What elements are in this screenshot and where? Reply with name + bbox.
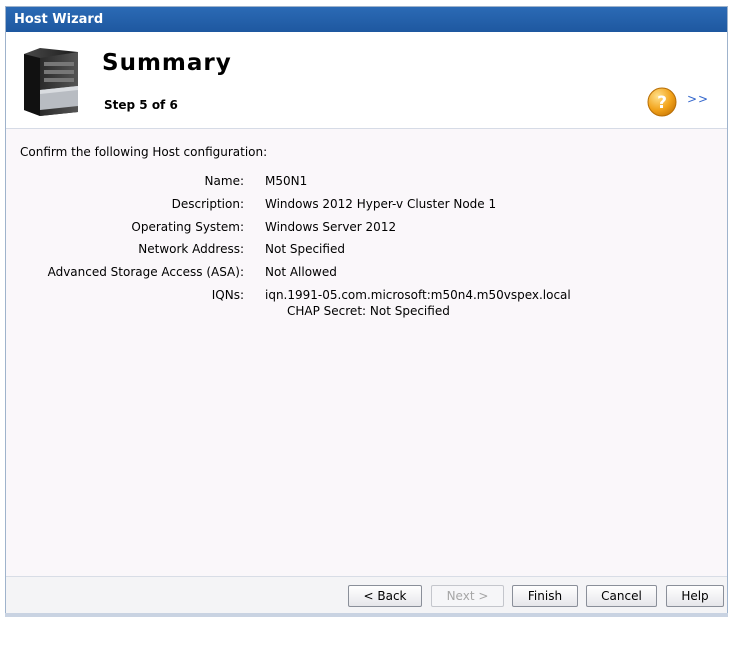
server-tower-icon [24, 48, 78, 116]
field-label: Network Address: [138, 242, 244, 256]
window-bottom-edge [5, 613, 728, 617]
chap-secret-value: CHAP Secret: Not Specified [287, 304, 450, 318]
summary-panel: Confirm the following Host configuration… [6, 129, 727, 576]
step-indicator: Step 5 of 6 [104, 98, 178, 112]
field-label: Description: [171, 197, 244, 211]
field-row-iqns: IQNs: iqn.1991-05.com.microsoft:m50n4.m5… [6, 286, 727, 304]
back-button[interactable]: < Back [348, 585, 422, 607]
field-value: Not Specified [265, 242, 345, 256]
field-value: Windows 2012 Hyper-v Cluster Node 1 [265, 197, 497, 211]
field-value: M50N1 [265, 174, 308, 188]
confirm-intro: Confirm the following Host configuration… [20, 145, 268, 159]
field-row-description: Description: Windows 2012 Hyper-v Cluste… [6, 195, 727, 213]
field-value: iqn.1991-05.com.microsoft:m50n4.m50vspex… [265, 288, 571, 302]
svg-text:?: ? [657, 93, 667, 113]
field-label: Operating System: [131, 220, 244, 234]
field-row-network-address: Network Address: Not Specified [6, 240, 727, 258]
expand-link[interactable]: >> [687, 92, 709, 106]
window-title: Host Wizard [6, 7, 727, 32]
field-label: Name: [204, 174, 244, 188]
field-value: Not Allowed [265, 265, 337, 279]
field-row-asa: Advanced Storage Access (ASA): Not Allow… [6, 263, 727, 281]
wizard-header: Summary Step 5 of 6 ? >> [6, 32, 727, 129]
next-button[interactable]: Next > [431, 585, 504, 607]
page-title: Summary [102, 50, 232, 76]
host-wizard-window: Host Wizard Summary Step 5 of 6 ? >> Con… [5, 6, 728, 613]
field-label: Advanced Storage Access (ASA): [47, 265, 244, 279]
field-value: Windows Server 2012 [265, 220, 397, 234]
help-question-icon[interactable]: ? [646, 86, 678, 118]
field-label: IQNs: [211, 288, 244, 302]
finish-button[interactable]: Finish [512, 585, 578, 607]
field-row-operating-system: Operating System: Windows Server 2012 [6, 218, 727, 236]
help-button[interactable]: Help [666, 585, 724, 607]
cancel-button[interactable]: Cancel [586, 585, 657, 607]
field-row-name: Name: M50N1 [6, 172, 727, 190]
wizard-footer: < Back Next > Finish Cancel Help [6, 576, 727, 613]
